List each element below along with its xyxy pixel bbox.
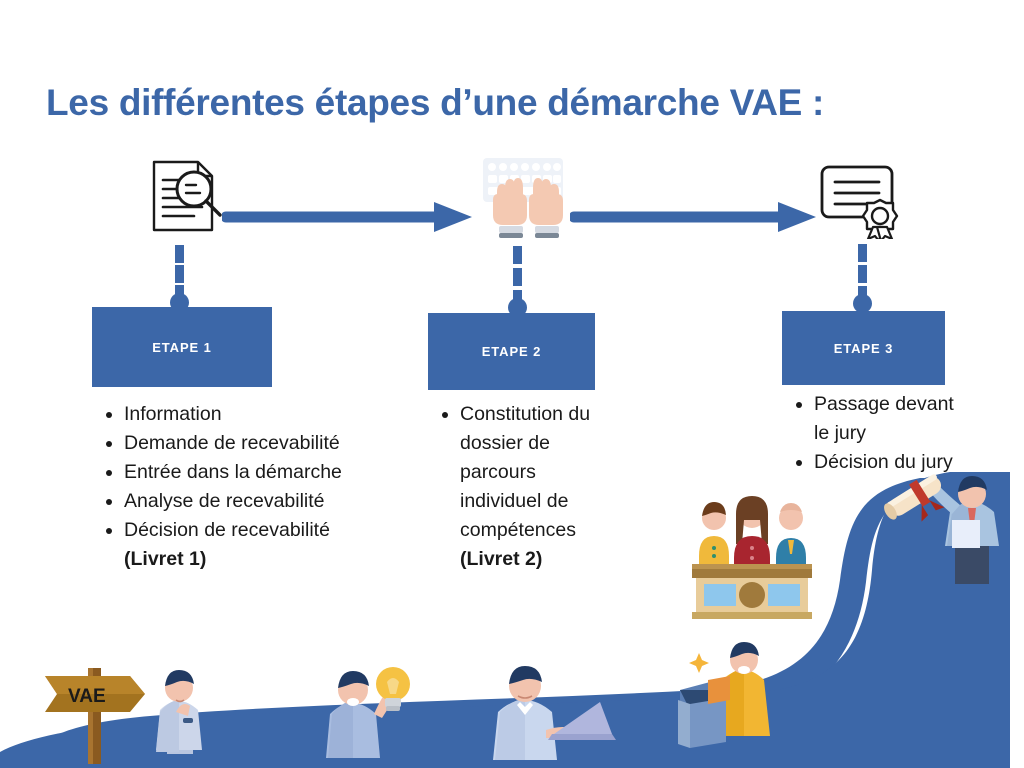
infographic-canvas: Les différentes étapes d’une démarche VA… bbox=[0, 0, 1024, 768]
list-item: Entrée dans la démarche bbox=[124, 458, 364, 487]
person-thinking-illustration bbox=[156, 670, 202, 754]
connector-step1 bbox=[170, 245, 189, 312]
person-archive-box-illustration bbox=[678, 642, 770, 748]
bullet-text: Information bbox=[124, 403, 222, 425]
bullet-text: Analyse de recevabilité bbox=[124, 490, 325, 512]
connector-step2 bbox=[508, 246, 527, 317]
document-magnifier-icon bbox=[146, 158, 228, 241]
list-item: Décision de recevabilité (Livret 1) bbox=[124, 516, 364, 574]
arrow-step1-to-step2 bbox=[222, 202, 472, 232]
bullet-text: Décision du jury bbox=[814, 451, 953, 473]
svg-text:VAE: VAE bbox=[68, 686, 106, 707]
step-box-2[interactable]: ETAPE 2 bbox=[428, 313, 595, 390]
list-item: Décision du jury bbox=[814, 448, 969, 477]
person-idea-lightbulb-illustration bbox=[326, 667, 410, 758]
step-label-1: ETAPE 1 bbox=[152, 339, 212, 355]
list-item: Demande de recevabilité bbox=[124, 429, 364, 458]
bullet-emphasis: (Livret 2) bbox=[460, 548, 543, 570]
connector-step3 bbox=[853, 244, 872, 313]
bullet-text: Demande de recevabilité bbox=[124, 432, 340, 454]
step-label-3: ETAPE 3 bbox=[833, 340, 894, 356]
step-bullets-2: Constitution du dossier de parcours indi… bbox=[434, 400, 620, 574]
bullet-emphasis: (Livret 1) bbox=[124, 548, 207, 570]
list-item: Passage devant le jury bbox=[814, 390, 969, 448]
bullet-text: Décision de recevabilité bbox=[124, 519, 330, 541]
person-diploma-illustration bbox=[884, 474, 999, 584]
hands-keyboard-icon bbox=[479, 156, 567, 247]
page-title: Les différentes étapes d’une démarche VA… bbox=[46, 82, 825, 123]
person-laptop-illustration bbox=[493, 666, 616, 760]
step-bullets-1: Information Demande de recevabilité Entr… bbox=[98, 400, 364, 574]
step-box-1[interactable]: ETAPE 1 bbox=[92, 307, 272, 387]
step-box-3[interactable]: ETAPE 3 bbox=[782, 311, 945, 385]
bullet-text: Passage devant le jury bbox=[814, 393, 954, 444]
bullet-text: Entrée dans la démarche bbox=[124, 461, 342, 483]
certificate-icon bbox=[818, 163, 900, 244]
arrow-step2-to-step3 bbox=[570, 202, 816, 232]
list-item: Analyse de recevabilité bbox=[124, 487, 364, 516]
jury-panel-illustration bbox=[692, 496, 812, 619]
vae-signpost-illustration: VAE bbox=[45, 668, 145, 764]
list-item: Information bbox=[124, 400, 364, 429]
step-bullets-3: Passage devant le jury Décision du jury bbox=[788, 390, 969, 477]
step-label-2: ETAPE 2 bbox=[481, 344, 542, 359]
list-item: Constitution du dossier de parcours indi… bbox=[460, 400, 620, 574]
bullet-text: Constitution du dossier de parcours indi… bbox=[460, 403, 591, 541]
